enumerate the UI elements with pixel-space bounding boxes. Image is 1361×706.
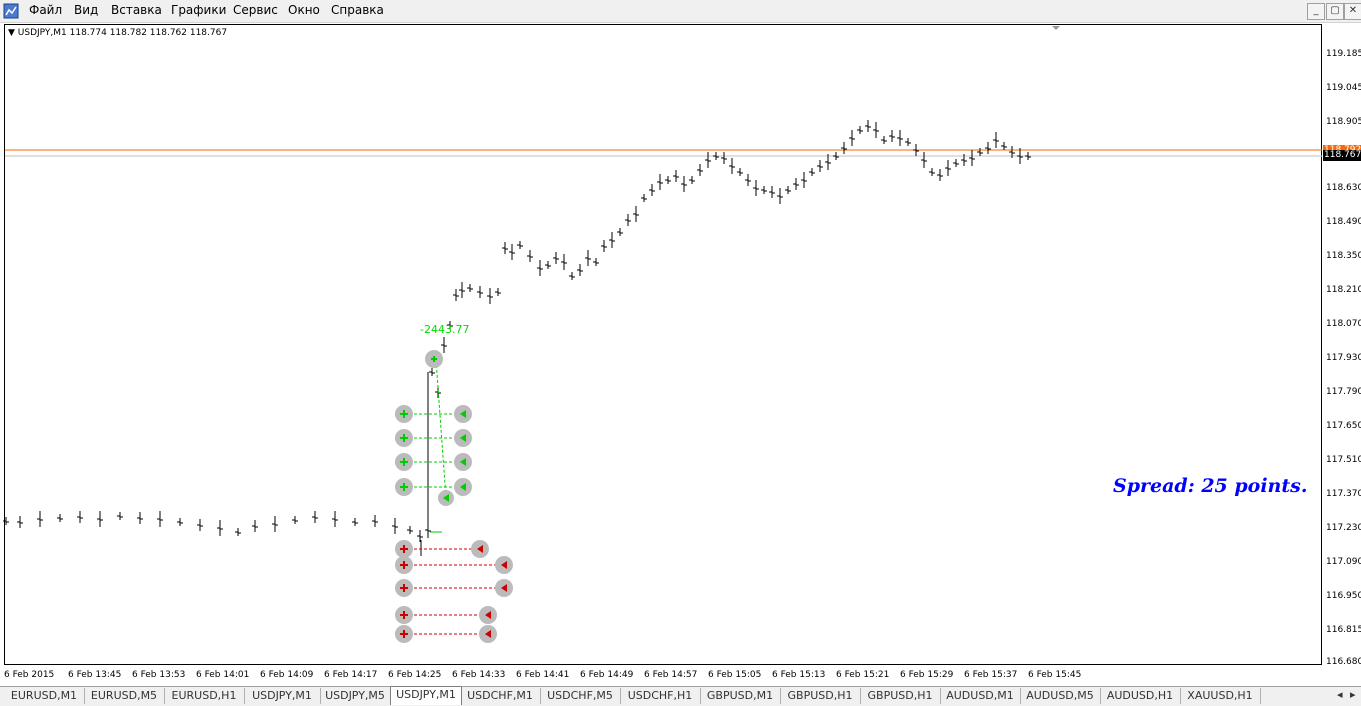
price-label: 117.790: [1326, 387, 1361, 397]
price-label: 119.045: [1326, 83, 1361, 93]
time-label: 6 Feb 15:45: [1028, 670, 1082, 680]
time-label: 6 Feb 14:57: [644, 670, 698, 680]
time-label: 6 Feb 15:13: [772, 670, 826, 680]
symbol-info: ▼ USDJPY,M1 118.774 118.782 118.762 118.…: [8, 28, 227, 38]
time-label: 6 Feb 14:49: [580, 670, 634, 680]
price-label: 117.650: [1326, 421, 1361, 431]
shift-marker-icon: [1052, 26, 1060, 30]
spread-label: Spread: 25 points.: [1113, 475, 1308, 497]
tab-scroll-right-icon[interactable]: ▸: [1350, 688, 1356, 701]
chart-tab[interactable]: GBPUSD,H1: [860, 688, 941, 704]
chart-tab[interactable]: EURUSD,H1: [164, 688, 245, 704]
tab-scroll-left-icon[interactable]: ◂: [1337, 688, 1343, 701]
time-label: 6 Feb 13:45: [68, 670, 122, 680]
time-label: 6 Feb 15:21: [836, 670, 890, 680]
chart-tab[interactable]: AUDUSD,M5: [1020, 688, 1101, 704]
time-label: 6 Feb 15:37: [964, 670, 1018, 680]
price-label: 118.350: [1326, 251, 1361, 261]
symbol-ohlc: USDJPY,M1 118.774 118.782 118.762 118.76…: [17, 28, 228, 38]
chart-tabs-bar: EURUSD,M1 EURUSD,M5 EURUSD,H1 USDJPY,M1 USDJ…: [0, 686, 1361, 706]
chart-tab[interactable]: USDCHF,H1: [620, 688, 701, 704]
price-label: 117.230: [1326, 523, 1361, 533]
chart-tab[interactable]: USDCHF,M5: [540, 688, 621, 704]
time-label: 6 Feb 15:05: [708, 670, 762, 680]
price-label: 118.905: [1326, 117, 1361, 127]
chart-tab[interactable]: GBPUSD,M1: [700, 688, 781, 704]
time-label: 6 Feb 14:09: [260, 670, 314, 680]
time-label: 6 Feb 2015: [4, 670, 55, 680]
price-label: 116.950: [1326, 591, 1361, 601]
time-label: 6 Feb 14:41: [516, 670, 570, 680]
time-label: 6 Feb 13:53: [132, 670, 186, 680]
price-label: 117.930: [1326, 353, 1361, 363]
price-chart[interactable]: [0, 0, 1361, 705]
price-label: 117.510: [1326, 455, 1361, 465]
profit-label: -2443.77: [420, 323, 470, 336]
price-label: 118.490: [1326, 217, 1361, 227]
price-label: 118.070: [1326, 319, 1361, 329]
time-label: 6 Feb 14:17: [324, 670, 378, 680]
chart-tab[interactable]: AUDUSD,H1: [1100, 688, 1181, 704]
price-label: 119.185: [1326, 49, 1361, 59]
chart-dropdown-icon[interactable]: ▼: [8, 28, 15, 38]
chart-tab[interactable]: USDJPY,M1: [390, 686, 462, 705]
chart-tab[interactable]: USDJPY,M5: [320, 688, 391, 704]
price-label: 118.630: [1326, 183, 1361, 193]
current-price-tag: 118.767: [1323, 150, 1361, 161]
chart-tab[interactable]: EURUSD,M1: [4, 688, 85, 704]
chart-tab[interactable]: EURUSD,M5: [84, 688, 165, 704]
chart-tab[interactable]: AUDUSD,M1: [940, 688, 1021, 704]
price-label: 117.090: [1326, 557, 1361, 567]
price-label: 117.370: [1326, 489, 1361, 499]
price-label: 116.815: [1326, 625, 1361, 635]
chart-tab[interactable]: USDCHF,M1: [460, 688, 541, 704]
time-label: 6 Feb 14:01: [196, 670, 250, 680]
time-label: 6 Feb 14:33: [452, 670, 506, 680]
price-label: 116.680: [1326, 657, 1361, 667]
buy-trade-line: [435, 359, 447, 499]
price-label: 118.210: [1326, 285, 1361, 295]
chart-tab[interactable]: USDJPY,M1: [244, 688, 321, 704]
chart-tab[interactable]: GBPUSD,H1: [780, 688, 861, 704]
chart-tab[interactable]: XAUUSD,H1: [1180, 688, 1261, 704]
time-label: 6 Feb 15:29: [900, 670, 954, 680]
time-label: 6 Feb 14:25: [388, 670, 442, 680]
